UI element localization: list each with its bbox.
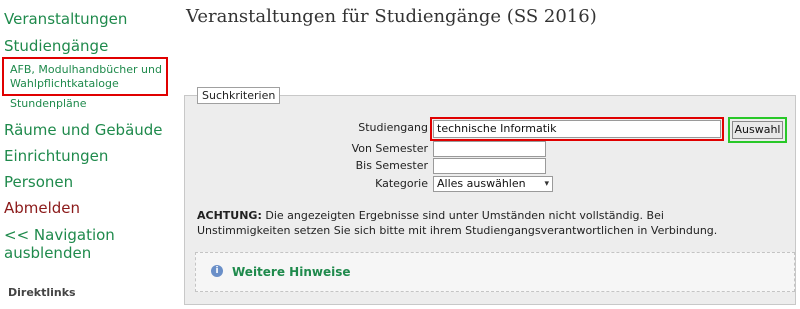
nav-toggle-line1[interactable]: << Navigation xyxy=(4,226,115,244)
nav-abmelden[interactable]: Abmelden xyxy=(4,199,80,217)
weitere-hinweise-toggle[interactable]: Weitere Hinweise xyxy=(232,265,351,279)
nav-einrichtungen[interactable]: Einrichtungen xyxy=(4,147,108,165)
nav-stundenplaene[interactable]: Stundenpläne xyxy=(10,97,86,111)
nav-afb-line2[interactable]: Wahlpflichtkataloge xyxy=(10,77,119,91)
achtung-note: ACHTUNG: Die angezeigten Ergebnisse sind… xyxy=(197,208,777,238)
von-semester-input[interactable] xyxy=(433,141,546,157)
auswahl-button[interactable]: Auswahl xyxy=(732,121,783,139)
chevron-down-icon: ▾ xyxy=(544,179,549,189)
achtung-text-2: Unstimmigkeiten setzen Sie sich bitte mi… xyxy=(197,224,718,237)
nav-veranstaltungen[interactable]: Veranstaltungen xyxy=(4,10,127,28)
kategorie-selected-value: Alles auswählen xyxy=(437,177,526,190)
nav-raeume[interactable]: Räume und Gebäude xyxy=(4,121,163,139)
bis-semester-label: Bis Semester xyxy=(355,159,428,172)
kategorie-select[interactable]: Alles auswählen ▾ xyxy=(433,176,553,192)
info-icon: i xyxy=(211,265,223,277)
direktlinks-heading: Direktlinks xyxy=(8,286,76,299)
bis-semester-input[interactable] xyxy=(433,158,546,174)
nav-toggle-line2[interactable]: ausblenden xyxy=(4,244,91,262)
von-semester-label: Von Semester xyxy=(351,142,428,155)
kategorie-label: Kategorie xyxy=(375,177,428,190)
studiengang-label: Studiengang xyxy=(358,121,428,134)
nav-studiengaenge[interactable]: Studiengänge xyxy=(4,37,108,55)
nav-personen[interactable]: Personen xyxy=(4,173,73,191)
studiengang-input[interactable]: technische Informatik xyxy=(433,120,721,138)
achtung-text-1: Die angezeigten Ergebnisse sind unter Um… xyxy=(261,209,664,222)
page-title: Veranstaltungen für Studiengänge (SS 201… xyxy=(186,6,597,27)
sidebar: Veranstaltungen Studiengänge AFB, Modulh… xyxy=(0,0,175,309)
search-legend: Suchkriterien xyxy=(197,87,281,104)
achtung-label: ACHTUNG: xyxy=(197,209,262,222)
nav-afb-line1[interactable]: AFB, Modulhandbücher und xyxy=(10,63,162,77)
